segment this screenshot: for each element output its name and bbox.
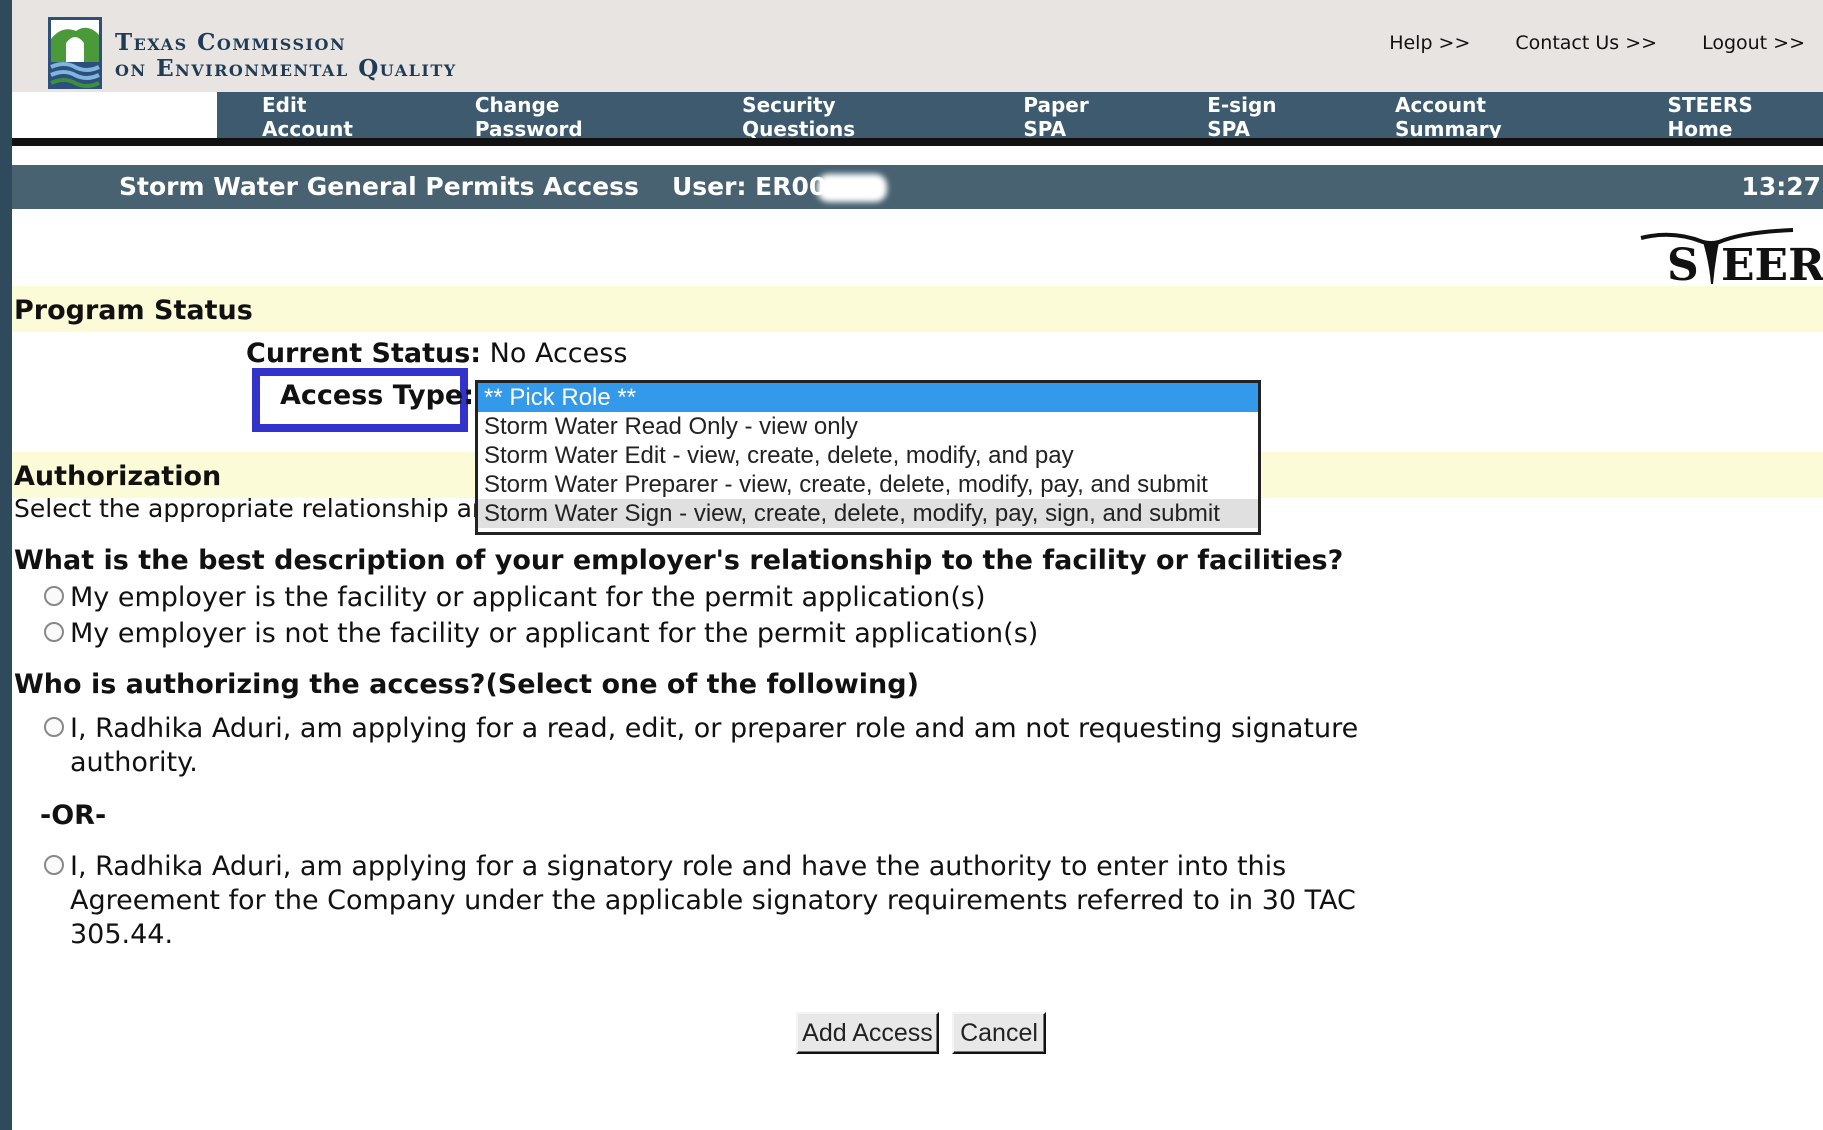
main-nav: Edit Account Change Password Security Qu… [217, 92, 1823, 142]
employer-is-facility-label: My employer is the facility or applicant… [70, 582, 986, 613]
app-title: Storm Water General Permits Access [119, 172, 639, 201]
role-option-edit[interactable]: Storm Water Edit - view, create, delete,… [478, 441, 1258, 470]
current-status: Current Status: No Access [246, 338, 627, 369]
or-divider: -OR- [40, 800, 107, 831]
non-signatory-label-line2: authority. [70, 747, 198, 778]
role-option-read-only[interactable]: Storm Water Read Only - view only [478, 412, 1258, 441]
nav-edit-account[interactable]: Edit Account [262, 93, 403, 141]
add-access-button[interactable]: Add Access [796, 1012, 939, 1054]
signatory-label-line1: I, Radhika Aduri, am applying for a sign… [70, 851, 1287, 882]
role-option-pick-role[interactable]: ** Pick Role ** [478, 383, 1258, 412]
signatory-option: I, Radhika Aduri, am applying for a sign… [44, 850, 1356, 952]
non-signatory-label-line1: I, Radhika Aduri, am applying for a read… [70, 713, 1359, 744]
redacted-user-id [817, 174, 887, 202]
non-signatory-option: I, Radhika Aduri, am applying for a read… [44, 712, 1358, 780]
nav-paper-spa[interactable]: Paper SPA [1023, 93, 1137, 141]
agency-name: Texas Commission on Environmental Qualit… [115, 30, 457, 82]
employer-not-facility-option: My employer is not the facility or appli… [44, 617, 1038, 651]
contact-us-link[interactable]: Contact Us >> [1515, 32, 1657, 54]
non-signatory-radio[interactable] [44, 717, 64, 737]
nav-steers-home[interactable]: STEERS Home [1668, 93, 1823, 141]
employer-not-facility-radio[interactable] [44, 622, 64, 642]
program-status-band [12, 286, 1823, 332]
steers-logo: S EERS [1640, 228, 1823, 291]
logout-link[interactable]: Logout >> [1702, 32, 1805, 54]
cancel-button[interactable]: Cancel [952, 1012, 1046, 1054]
employer-not-facility-label: My employer is not the facility or appli… [70, 618, 1039, 649]
non-signatory-label: I, Radhika Aduri, am applying for a read… [70, 712, 1358, 780]
signatory-label-line3: 305.44. [70, 919, 174, 950]
authorization-subtext: Select the appropriate relationship and [14, 494, 504, 523]
authorization-heading: Authorization [14, 461, 222, 492]
title-bar: Storm Water General Permits Access User:… [12, 165, 1823, 209]
svg-text:S: S [1667, 240, 1699, 291]
tceq-logo-icon [48, 17, 102, 89]
page: Texas Commission on Environmental Qualit… [12, 0, 1823, 1130]
signatory-label: I, Radhika Aduri, am applying for a sign… [70, 850, 1356, 952]
program-status-heading: Program Status [14, 295, 253, 326]
nav-divider [12, 138, 1823, 146]
signatory-label-line2: Agreement for the Company under the appl… [70, 885, 1356, 916]
nav-change-password[interactable]: Change Password [475, 93, 672, 141]
svg-text:EERS: EERS [1721, 240, 1823, 291]
current-status-value: No Access [489, 338, 628, 369]
signatory-radio[interactable] [44, 855, 64, 875]
authorizer-question: Who is authorizing the access?(Select on… [14, 669, 919, 700]
employer-relationship-question: What is the best description of your emp… [14, 545, 1344, 576]
header: Texas Commission on Environmental Qualit… [12, 0, 1823, 92]
nav-security-questions[interactable]: Security Questions [742, 93, 953, 141]
agency-name-line1: Texas Commission [115, 29, 347, 56]
nav-account-summary[interactable]: Account Summary [1395, 93, 1598, 141]
role-option-sign[interactable]: Storm Water Sign - view, create, delete,… [478, 499, 1258, 528]
role-option-preparer[interactable]: Storm Water Preparer - view, create, del… [478, 470, 1258, 499]
employer-is-facility-option: My employer is the facility or applicant… [44, 581, 986, 615]
user-id: User: ER00 [672, 172, 827, 201]
employer-is-facility-radio[interactable] [44, 586, 64, 606]
nav-esign-spa[interactable]: E-sign SPA [1207, 93, 1325, 141]
help-link[interactable]: Help >> [1389, 32, 1470, 54]
top-links: Help >> Contact Us >> Logout >> [1389, 32, 1805, 54]
agency-name-line2: on Environmental Quality [115, 55, 457, 82]
session-clock: 13:27 [1741, 172, 1821, 201]
access-type-dropdown[interactable]: ** Pick Role ** Storm Water Read Only - … [475, 380, 1261, 535]
access-type-label: Access Type: [280, 380, 475, 411]
current-status-label: Current Status: [246, 338, 482, 369]
